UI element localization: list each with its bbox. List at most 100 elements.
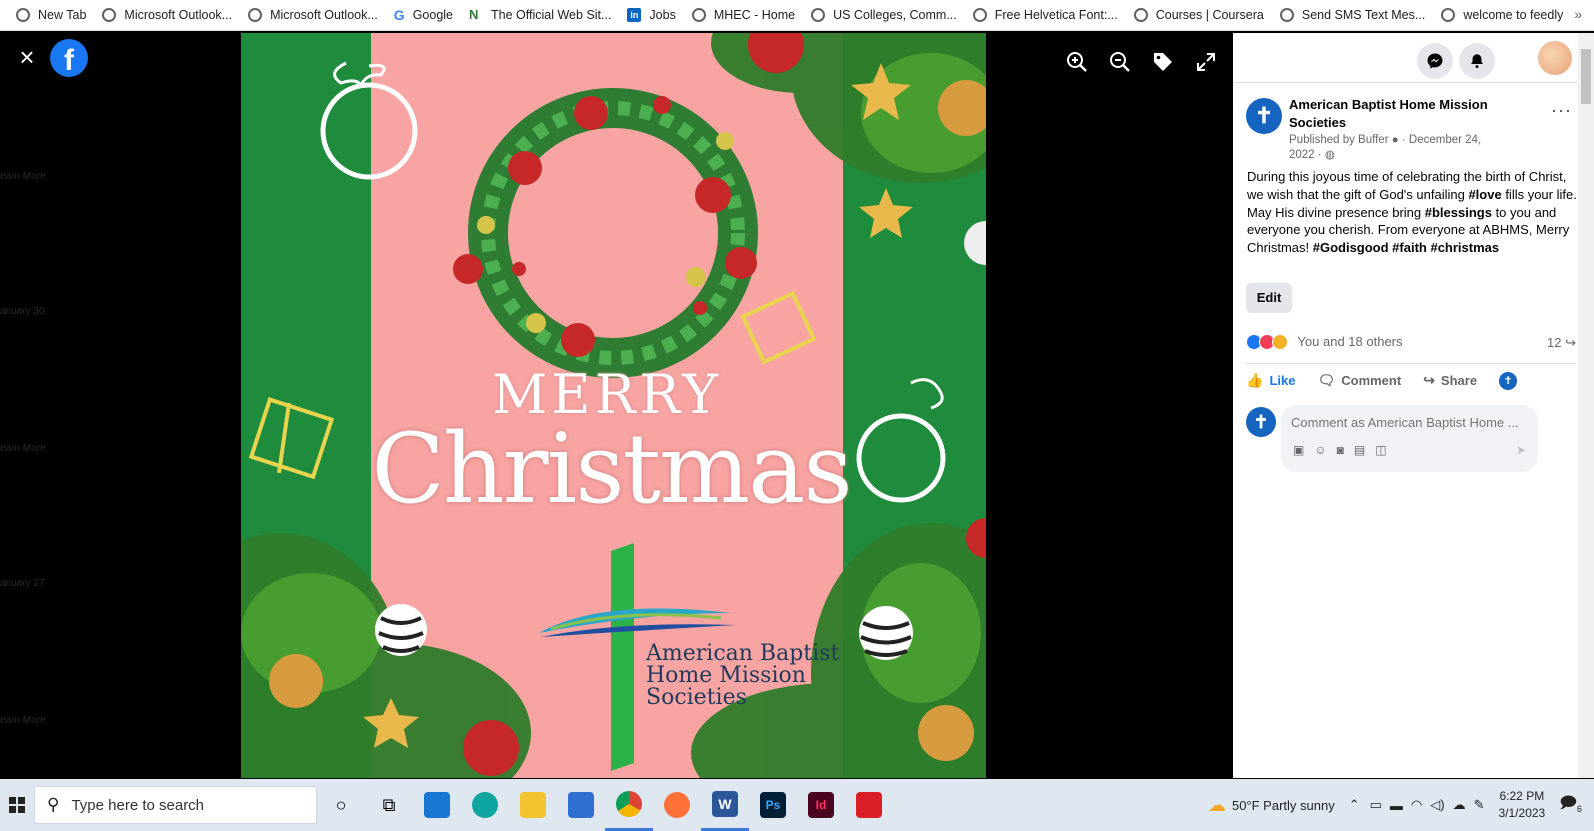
post-as-avatar[interactable]: ✝: [1499, 371, 1518, 390]
public-globe-icon: ◍: [1324, 149, 1335, 161]
pen-icon[interactable]: ✎: [1474, 797, 1485, 813]
battery-icon[interactable]: ▬: [1390, 798, 1403, 813]
cortana-icon[interactable]: ○: [317, 779, 365, 831]
show-hidden-icons[interactable]: ⌃: [1349, 797, 1360, 813]
comment-input[interactable]: [1291, 411, 1531, 433]
comment-button[interactable]: 🗨 Comment: [1317, 372, 1401, 389]
task-view-icon[interactable]: ⧉: [365, 779, 413, 831]
edge-icon[interactable]: [461, 779, 509, 831]
word-icon[interactable]: W: [701, 779, 749, 831]
zoom-in-icon[interactable]: [1065, 50, 1093, 78]
indesign-icon[interactable]: Id: [797, 779, 845, 831]
bookmark-new-tab[interactable]: New Tab: [8, 0, 94, 31]
facebook-logo[interactable]: f: [50, 39, 88, 77]
messenger-button[interactable]: [1417, 43, 1453, 79]
bell-icon: [1471, 54, 1483, 69]
share-arrow-icon: ↪: [1565, 335, 1576, 350]
bookmark-google[interactable]: G Google: [386, 0, 461, 31]
linkedin-icon: in: [627, 8, 642, 22]
background-text: earn More: [0, 171, 46, 182]
panel-scrollbar[interactable]: [1578, 33, 1594, 778]
bookmarks-bar: New Tab Microsoft Outlook... Microsoft O…: [0, 0, 1594, 31]
weather-text[interactable]: 50°F Partly sunny: [1232, 798, 1335, 813]
globe-icon: [248, 8, 263, 22]
clock[interactable]: 6:22 PM 3/1/2023: [1499, 788, 1546, 822]
camera-icon[interactable]: ◙: [1337, 443, 1344, 457]
chrome-icon[interactable]: [605, 779, 653, 831]
panel-header: [1233, 33, 1594, 83]
taskbar-search[interactable]: ⚲ Type here to search: [34, 786, 317, 824]
close-button[interactable]: ×: [14, 44, 40, 71]
post-image: MERRY Christmas American Baptist Home Mi…: [241, 33, 986, 778]
background-text: earn More: [0, 443, 46, 454]
bookmark-sms[interactable]: Send SMS Text Mes...: [1272, 0, 1433, 31]
globe-icon: [1279, 8, 1294, 22]
commenter-avatar: ✝: [1246, 407, 1276, 437]
file-explorer-icon[interactable]: [509, 779, 557, 831]
bookmark-official-site[interactable]: N The Official Web Sit...: [461, 0, 619, 31]
bookmark-outlook-1[interactable]: Microsoft Outlook...: [94, 0, 240, 31]
bookmark-us-colleges[interactable]: US Colleges, Comm...: [803, 0, 965, 31]
poster-christmas-text: Christmas: [371, 413, 852, 525]
avatar-sticker-icon[interactable]: ▣: [1293, 443, 1304, 457]
store-icon[interactable]: [557, 779, 605, 831]
creative-cloud-icon[interactable]: [845, 779, 893, 831]
windows-taskbar: ⚲ Type here to search ○ ⧉ W Ps Id ☁ 50°F…: [0, 779, 1594, 831]
like-button[interactable]: 👍 Like: [1246, 372, 1295, 389]
more-options-button[interactable]: ···: [1551, 100, 1572, 121]
bookmark-mhec[interactable]: MHEC - Home: [684, 0, 803, 31]
share-button[interactable]: ↪ Share: [1423, 372, 1477, 389]
hashtags-end[interactable]: #Godisgood #faith #christmas: [1313, 240, 1499, 255]
globe-icon: [691, 8, 706, 22]
page-name-link[interactable]: American Baptist Home Mission Societies: [1289, 96, 1529, 132]
google-icon: G: [393, 7, 405, 23]
share-count[interactable]: 12 ↪: [1547, 335, 1576, 351]
bookmark-jobs[interactable]: in Jobs: [619, 0, 683, 31]
notifications-icon[interactable]: 🗩6: [1559, 792, 1582, 819]
hashtag-blessings[interactable]: #blessings: [1425, 205, 1492, 220]
system-tray: ☁ 50°F Partly sunny ⌃ ▭ ▬ ◠ ◁) ☁ ✎ 6:22 …: [1208, 779, 1594, 831]
mail-icon[interactable]: [413, 779, 461, 831]
start-button[interactable]: [0, 779, 34, 831]
fullscreen-icon[interactable]: [1194, 50, 1222, 78]
globe-icon: [102, 8, 117, 22]
page-avatar[interactable]: ✝: [1246, 98, 1282, 134]
tag-icon[interactable]: [1151, 50, 1179, 78]
bookmark-outlook-2[interactable]: Microsoft Outlook...: [240, 0, 386, 31]
onedrive-icon[interactable]: ☁: [1453, 797, 1466, 813]
bookmark-feedly[interactable]: welcome to feedly: [1433, 0, 1571, 31]
firefox-icon[interactable]: [653, 779, 701, 831]
background-text: anuary 30: [0, 306, 45, 317]
background-text: anuary 27: [0, 578, 45, 589]
post-meta: Published by Buffer ● · December 24, 202…: [1289, 134, 1482, 161]
photoshop-icon[interactable]: Ps: [749, 779, 797, 831]
hashtag-love[interactable]: #love: [1468, 187, 1501, 202]
globe-icon: [972, 8, 987, 22]
notifications-button[interactable]: [1459, 43, 1495, 79]
comment-box: ▣ ☺ ◙ ▤ ◫ ➤: [1281, 405, 1538, 472]
network-icon[interactable]: ▭: [1370, 797, 1382, 813]
reactions-summary[interactable]: You and 18 others 12 ↪: [1246, 333, 1576, 355]
post-body-text: During this joyous time of celebrating t…: [1247, 169, 1577, 256]
info-icon: ●: [1391, 134, 1399, 146]
mhec-icon: N: [469, 8, 483, 22]
photo-viewer: × f earn More anuary 30 earn More anuary…: [0, 33, 1233, 778]
volume-icon[interactable]: ◁): [1430, 797, 1444, 813]
sticker-icon[interactable]: ◫: [1375, 443, 1386, 457]
gif-icon[interactable]: ▤: [1354, 443, 1365, 457]
globe-icon: [811, 8, 826, 22]
bookmark-coursera[interactable]: Courses | Coursera: [1126, 0, 1272, 31]
bookmarks-overflow-button[interactable]: »: [1574, 6, 1582, 22]
comment-icon: 🗨: [1317, 372, 1336, 388]
messenger-icon: [1427, 53, 1443, 69]
wifi-icon[interactable]: ◠: [1411, 797, 1422, 813]
post-actions: 👍 Like 🗨 Comment ↪ Share ✝: [1246, 363, 1576, 397]
profile-avatar[interactable]: [1538, 41, 1572, 75]
search-icon: ⚲: [47, 795, 60, 814]
bookmark-helvetica[interactable]: Free Helvetica Font:...: [965, 0, 1126, 31]
zoom-out-icon[interactable]: [1108, 50, 1136, 78]
send-icon[interactable]: ➤: [1516, 443, 1526, 457]
emoji-icon[interactable]: ☺: [1314, 443, 1326, 457]
edit-button[interactable]: Edit: [1246, 283, 1292, 313]
weather-icon[interactable]: ☁: [1208, 795, 1226, 816]
